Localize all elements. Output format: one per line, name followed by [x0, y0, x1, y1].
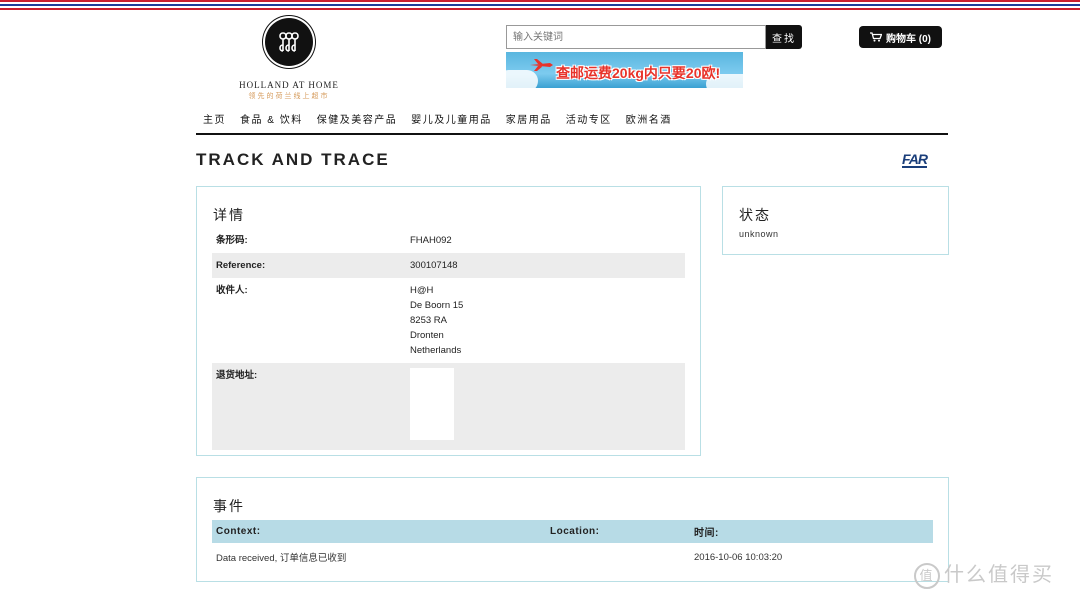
logo-emblem: [265, 18, 313, 66]
event-location: [546, 543, 690, 571]
banner-text: 查邮运费20kg内只要20欧!: [556, 65, 721, 81]
detail-row-return: 退货地址:: [212, 363, 685, 450]
airplane-icon: [530, 59, 553, 71]
logo-tagline: 领先的荷兰线上超市: [248, 93, 330, 100]
event-time: 2016-10-06 10:03:20: [694, 551, 783, 563]
search-bar: 查找: [506, 25, 802, 49]
status-value: unknown: [739, 229, 779, 239]
events-table: Context: Location: 时间: Data received, 订单…: [212, 520, 933, 571]
promo-banner[interactable]: 查邮运费20kg内只要20欧!: [506, 52, 743, 88]
recipient-line: 8253 RA: [410, 315, 447, 326]
detail-row-barcode: 条形码: FHAH092: [212, 228, 685, 253]
cart-label: 购物车 (0): [886, 33, 931, 45]
column-header-location: Location:: [546, 520, 690, 543]
recipient-line: Dronten: [410, 330, 444, 341]
watermark-badge: 值: [914, 562, 940, 589]
carrier-logo: FAR: [902, 151, 928, 168]
return-address-redacted: [406, 363, 685, 450]
recipient-line: H@H: [410, 285, 434, 296]
detail-row-recipient: 收件人: H@H De Boorn 15 8253 RA Dronten Net…: [212, 278, 685, 363]
events-header-row: Context: Location: 时间:: [212, 520, 933, 543]
nav-item-baby-kids[interactable]: 婴儿及儿童用品: [404, 111, 499, 133]
recipient-line: Netherlands: [410, 345, 462, 356]
event-context: Data received, 订单信息已收到: [216, 553, 347, 564]
watermark: 值什么值得买: [914, 558, 1054, 589]
page-title: TRACK AND TRACE: [196, 150, 390, 169]
detail-panel: 详情 条形码: FHAH092 Reference: 300107148 收件人…: [196, 186, 701, 456]
detail-table: 条形码: FHAH092 Reference: 300107148 收件人: H…: [212, 228, 685, 450]
nav-item-food-drink[interactable]: 食品 & 饮料: [233, 111, 310, 133]
detail-heading: 详情: [213, 207, 245, 223]
site-logo[interactable]: HOLLAND AT HOME 领先的荷兰线上超市: [238, 18, 340, 101]
nav-item-home[interactable]: 主页: [196, 111, 233, 133]
barcode-label: 条形码:: [216, 235, 248, 246]
column-header-time: 时间:: [690, 520, 933, 543]
reference-label: Reference:: [212, 253, 406, 278]
redaction-block: [410, 368, 454, 440]
barcode-value: FHAH092: [410, 235, 452, 246]
recipient-label: 收件人:: [216, 285, 248, 296]
recipient-address: H@H De Boorn 15 8253 RA Dronten Netherla…: [406, 278, 685, 363]
reference-value: 300107148: [406, 253, 685, 278]
events-heading: 事件: [213, 498, 245, 514]
recipient-line: De Boorn 15: [410, 300, 464, 311]
search-button[interactable]: 查找: [766, 25, 802, 49]
status-heading: 状态: [739, 207, 771, 223]
return-label: 退货地址:: [212, 363, 406, 450]
search-input[interactable]: [506, 25, 766, 49]
watermark-text: 什么值得买: [944, 564, 1054, 586]
column-header-context: Context:: [212, 520, 546, 543]
nav-item-wine[interactable]: 欧洲名酒: [619, 111, 679, 133]
top-stripes: [0, 0, 1080, 10]
events-panel: 事件 Context: Location: 时间: Data received,…: [196, 477, 949, 582]
nav-item-health-beauty[interactable]: 保健及美容产品: [310, 111, 405, 133]
detail-row-reference: Reference: 300107148: [212, 253, 685, 278]
table-row: Data received, 订单信息已收到 2016-10-06 10:03:…: [212, 543, 933, 571]
cart-icon: [870, 32, 882, 42]
status-panel: 状态 unknown: [722, 186, 949, 255]
nav-item-home-goods[interactable]: 家居用品: [499, 111, 559, 133]
cart-button[interactable]: 购物车 (0): [859, 26, 942, 48]
logo-name: HOLLAND AT HOME: [239, 80, 339, 90]
nav-item-promotions[interactable]: 活动专区: [559, 111, 619, 133]
main-nav: 主页 食品 & 饮料 保健及美容产品 婴儿及儿童用品 家居用品 活动专区 欧洲名…: [196, 111, 948, 135]
